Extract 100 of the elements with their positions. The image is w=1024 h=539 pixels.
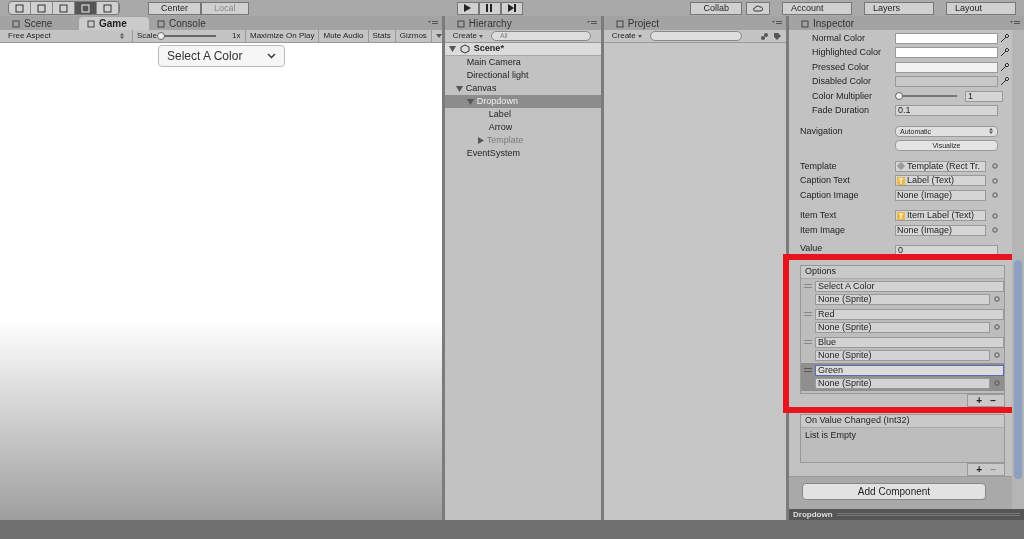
option-item[interactable]: Red None (Sprite) <box>801 306 1004 335</box>
drag-handle-icon <box>804 284 812 288</box>
value-field[interactable]: 0 <box>895 244 998 256</box>
sprite-field[interactable]: None (Sprite) <box>815 349 990 361</box>
panel-menu-icon <box>1010 20 1020 26</box>
aspect-dropdown[interactable]: Free Aspect <box>0 30 133 42</box>
panel-tab[interactable]: Game <box>79 17 149 30</box>
remove-button[interactable]: − <box>990 394 996 406</box>
color-swatch[interactable] <box>895 32 998 44</box>
pause-button[interactable] <box>478 1 501 15</box>
text-field[interactable]: Green <box>815 364 1004 376</box>
option-item[interactable]: Blue None (Sprite) <box>801 334 1004 363</box>
panel-menu-icon <box>427 20 438 26</box>
object-field[interactable]: Template (Rect Tr. <box>895 160 986 172</box>
hierarchy-item[interactable]: Arrow <box>444 121 601 134</box>
hierarchy-item[interactable]: Main Camera <box>444 56 601 69</box>
field-label: Value <box>800 242 824 255</box>
layers-dropdown[interactable]: Layers <box>864 1 934 15</box>
object-picker-icon <box>994 380 1000 386</box>
chevron-down-icon <box>267 53 276 59</box>
field-label: Pressed Color <box>811 60 871 74</box>
toggle-button[interactable]: Stats <box>368 30 396 42</box>
list-header: Options <box>801 265 1004 279</box>
rect-transform-icon <box>897 162 905 171</box>
tab-icon <box>157 19 165 28</box>
color-swatch[interactable] <box>895 76 998 88</box>
collab-dropdown[interactable]: Collab <box>690 1 742 15</box>
cloud-button[interactable] <box>746 1 770 15</box>
create-dropdown[interactable]: Create <box>448 32 487 40</box>
field-label: Highlighted Color <box>811 46 883 59</box>
search-field[interactable] <box>649 31 742 41</box>
value-field[interactable]: 1 <box>965 90 1003 102</box>
color-swatch[interactable] <box>895 61 998 73</box>
color-dropdown[interactable]: Select A Color <box>158 45 285 67</box>
slider-thumb[interactable] <box>895 92 903 101</box>
color-swatch[interactable] <box>895 47 998 59</box>
sprite-field[interactable]: None (Sprite) <box>815 377 990 389</box>
text-component-icon <box>897 211 905 220</box>
object-field[interactable]: Label (Text) <box>895 175 986 187</box>
event-header: On Value Changed (Int32) <box>801 414 1004 428</box>
hierarchy-item[interactable]: EventSystem <box>444 147 601 160</box>
tab-icon <box>87 19 95 28</box>
cloud-icon <box>753 4 763 12</box>
expanded-triangle-icon <box>448 46 456 52</box>
add-button[interactable]: + <box>976 463 983 475</box>
hierarchy-item[interactable]: Directional light <box>444 69 601 82</box>
field-label: Item Image <box>800 223 847 237</box>
add-component-button[interactable]: Add Component <box>802 482 986 500</box>
toggle-button[interactable]: Maximize On Play <box>246 30 320 42</box>
pivot-button[interactable]: Center <box>148 1 201 15</box>
step-button[interactable] <box>500 1 523 15</box>
text-field[interactable]: Blue <box>815 336 1004 348</box>
empty-message: List is Empty <box>804 428 857 442</box>
field-label: Caption Image <box>800 188 860 202</box>
drag-handle-icon <box>804 340 812 344</box>
object-field[interactable]: None (Image) <box>895 224 986 236</box>
drag-handle-icon <box>804 312 812 316</box>
object-picker-icon <box>994 296 1000 302</box>
field-label: Navigation <box>800 124 844 138</box>
eyedropper-icon <box>1000 62 1009 72</box>
panel-tab[interactable]: Scene <box>4 17 79 30</box>
scrollbar-thumb[interactable] <box>1014 260 1022 479</box>
account-dropdown[interactable]: Account <box>782 1 852 15</box>
layout-dropdown[interactable]: Layout <box>946 1 1016 15</box>
preview-label: Dropdown <box>793 508 833 521</box>
slider-thumb[interactable] <box>157 32 165 40</box>
resize-handle[interactable] <box>836 513 1020 516</box>
object-picker-icon <box>992 192 998 199</box>
text-field[interactable]: Select A Color <box>815 280 1004 292</box>
object-field[interactable]: None (Image) <box>895 189 986 201</box>
hierarchy-item[interactable]: Label <box>444 108 601 121</box>
scale-label: Scale <box>137 30 157 42</box>
text-component-icon <box>897 176 905 185</box>
eyedropper-icon <box>1000 77 1009 87</box>
toggle-button[interactable]: Mute Audio <box>319 30 369 42</box>
text-field[interactable]: Red <box>815 308 1004 320</box>
hierarchy-item[interactable]: Canvas <box>444 82 601 95</box>
create-dropdown[interactable]: Create <box>607 32 646 40</box>
dropdown-arrows-icon <box>120 33 124 39</box>
dropdown-arrows-icon <box>989 128 993 135</box>
field-label: Caption Text <box>800 174 851 187</box>
caret-icon <box>435 34 442 38</box>
tab-icon <box>456 19 465 28</box>
option-item[interactable]: Green None (Sprite) <box>801 362 1004 391</box>
scrollbar[interactable] <box>1012 30 1024 509</box>
scene-label: Scene* <box>473 42 504 56</box>
toggle-button[interactable]: Gizmos <box>395 30 432 42</box>
tag-icon <box>773 31 782 41</box>
field-label: Disabled Color <box>811 75 873 88</box>
panel-tab[interactable]: Console <box>149 17 224 30</box>
value-field[interactable]: 0.1 <box>895 105 998 117</box>
object-picker-icon <box>994 324 1000 330</box>
object-field[interactable]: Item Label (Text) <box>895 210 986 222</box>
sprite-field[interactable]: None (Sprite) <box>815 293 990 305</box>
field-label: Color Multiplier <box>811 89 874 103</box>
add-button[interactable]: + <box>976 394 983 406</box>
play-button[interactable] <box>456 1 479 15</box>
sprite-field[interactable]: None (Sprite) <box>815 321 990 333</box>
option-item[interactable]: Select A Color None (Sprite) <box>801 278 1004 307</box>
filter-icon <box>760 31 769 41</box>
